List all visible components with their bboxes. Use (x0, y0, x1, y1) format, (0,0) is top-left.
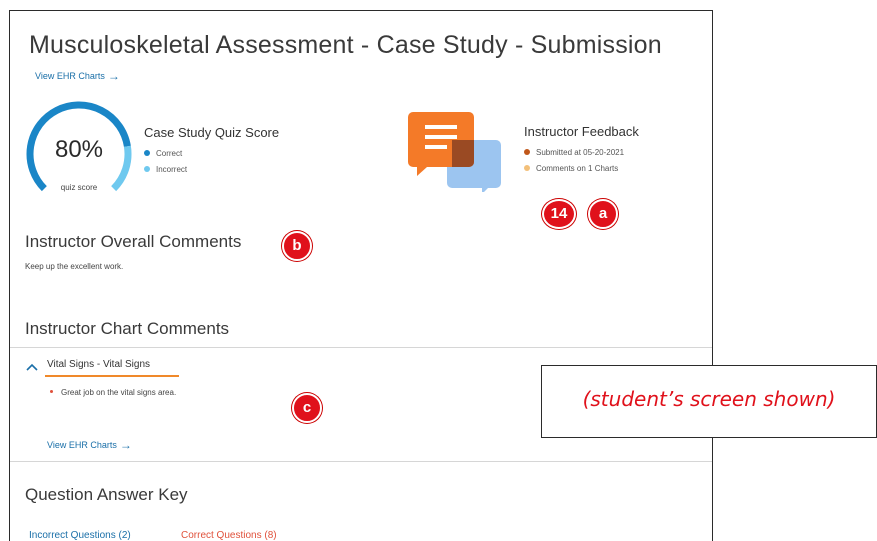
view-ehr-charts-link-top[interactable]: View EHR Charts → (35, 68, 120, 83)
tab-incorrect-questions[interactable]: Incorrect Questions (2) (29, 530, 131, 541)
view-ehr-charts-label: View EHR Charts (35, 71, 105, 81)
chart-item-title[interactable]: Vital Signs - Vital Signs (47, 359, 150, 370)
callout-badge-c: c (292, 393, 322, 423)
callout-badge-14: 14 (542, 199, 576, 229)
legend-correct: Correct (144, 149, 182, 158)
legend-incorrect: Incorrect (144, 165, 187, 174)
legend-dot-correct (144, 149, 150, 156)
submitted-date: Submitted at 05-20-2021 (536, 148, 625, 157)
legend-dot-incorrect (144, 165, 150, 172)
feedback-comments: Comments on 1 Charts (524, 164, 618, 173)
answer-key-heading: Question Answer Key (25, 485, 188, 504)
legend-correct-label: Correct (156, 149, 183, 158)
feedback-submitted: Submitted at 05-20-2021 (524, 148, 624, 157)
callout-badge-b: b (282, 231, 312, 261)
arrow-right-icon: → (119, 438, 132, 452)
legend-incorrect-label: Incorrect (156, 165, 188, 174)
comments-dot (524, 164, 530, 171)
chart-item-underline (45, 375, 179, 377)
comments-count: Comments on 1 Charts (536, 164, 619, 173)
callout-badge-a: a (588, 199, 618, 229)
view-ehr-charts-label: View EHR Charts (47, 440, 117, 450)
section-divider (10, 461, 712, 462)
annotation-note-box: (student’s screen shown) (541, 365, 877, 438)
page-title: Musculoskeletal Assessment - Case Study … (29, 31, 662, 59)
chart-comment-text: Great job on the vital signs area. (61, 388, 177, 397)
tab-correct-questions[interactable]: Correct Questions (8) (181, 530, 277, 541)
speech-bubbles-icon (408, 112, 501, 192)
chart-comments-heading: Instructor Chart Comments (25, 319, 230, 338)
bullet-icon (50, 390, 53, 394)
submission-panel: Musculoskeletal Assessment - Case Study … (9, 10, 713, 541)
overall-comments-heading: Instructor Overall Comments (25, 232, 242, 251)
annotation-note-text: (student’s screen shown) (582, 387, 836, 411)
chart-comment: Great job on the vital signs area. (50, 388, 176, 397)
arrow-right-icon: → (107, 69, 120, 83)
view-ehr-charts-link-bottom[interactable]: View EHR Charts → (47, 437, 132, 452)
section-divider (10, 347, 712, 348)
quiz-score-value: 80% (54, 136, 104, 163)
quiz-score-heading: Case Study Quiz Score (144, 125, 280, 140)
quiz-score-label: quiz score (60, 183, 98, 192)
instructor-feedback-heading: Instructor Feedback (524, 124, 639, 139)
chevron-up-icon[interactable] (26, 363, 38, 371)
overall-comment-text: Keep up the excellent work. (25, 262, 124, 271)
submitted-dot (524, 148, 530, 155)
